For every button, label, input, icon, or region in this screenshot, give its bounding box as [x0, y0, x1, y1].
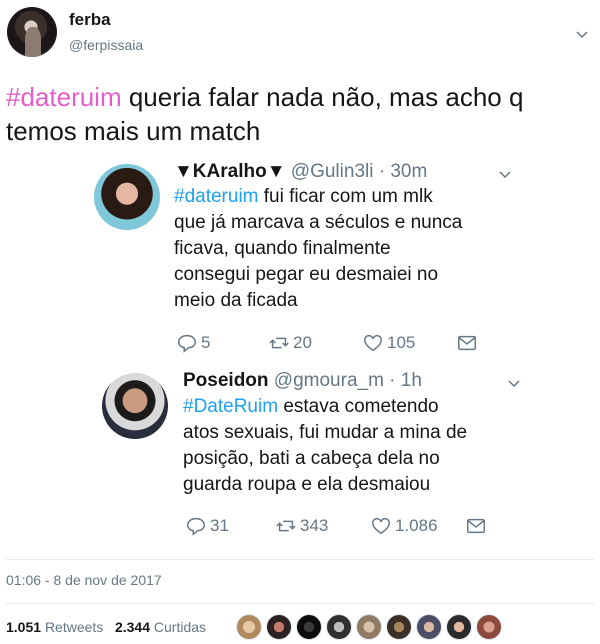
author-display-name[interactable]: ferba	[69, 10, 111, 30]
tweet-header: ferba @ferpissaia	[0, 0, 600, 68]
hashtag-link[interactable]: #dateruim	[6, 82, 122, 112]
heart-icon	[364, 334, 382, 352]
reply-count: 5	[201, 333, 211, 352]
quote-avatar[interactable]	[94, 164, 160, 230]
avatar[interactable]	[266, 614, 292, 640]
avatar[interactable]	[296, 614, 322, 640]
retweet-count: 343	[300, 516, 329, 535]
tweet-text: #dateruim queria falar nada não, mas ach…	[6, 80, 596, 148]
avatar[interactable]	[416, 614, 442, 640]
chevron-down-icon[interactable]	[506, 375, 522, 391]
retweet-button[interactable]: 343	[275, 514, 328, 538]
likes-stat[interactable]: 2.344 Curtidas	[115, 619, 206, 635]
divider	[6, 559, 594, 560]
like-button[interactable]: 105	[362, 331, 415, 355]
quote-text: #dateruim fui ficar com um mlk que já ma…	[174, 186, 463, 311]
dm-button[interactable]	[465, 514, 490, 538]
author-handle[interactable]: @ferpissaia	[69, 37, 143, 53]
avatar[interactable]	[386, 614, 412, 640]
avatar[interactable]	[326, 614, 352, 640]
quote-author-handle[interactable]: @Gulin3li · 30m	[291, 161, 428, 182]
quote-author-handle[interactable]: @gmoura_m · 1h	[274, 370, 422, 391]
reply-icon	[178, 334, 196, 353]
like-count: 105	[387, 333, 416, 352]
quote-avatar[interactable]	[102, 373, 168, 439]
hashtag-link[interactable]: #DateRuim	[183, 396, 278, 417]
avatar[interactable]	[356, 614, 382, 640]
avatar[interactable]	[236, 614, 262, 640]
chevron-down-icon[interactable]	[497, 166, 513, 182]
quote-author-name[interactable]: ▼KAralho▼ @Gulin3li · 30m	[174, 161, 427, 183]
hashtag-link[interactable]: #dateruim	[174, 186, 259, 207]
reply-button[interactable]: 31	[185, 514, 229, 538]
retweet-icon	[269, 337, 289, 349]
like-count: 1.086	[395, 516, 438, 535]
tweet-stats: 1.051 Retweets 2.344 Curtidas	[6, 619, 206, 635]
retweet-button[interactable]: 20	[268, 331, 312, 355]
reply-count: 31	[210, 516, 229, 535]
heart-icon	[372, 517, 390, 535]
quote-text: #DateRuim estava cometendo atos sexuais,…	[183, 396, 468, 495]
mail-icon	[467, 518, 485, 534]
avatar[interactable]	[476, 614, 502, 640]
divider	[6, 603, 594, 604]
retweets-stat[interactable]: 1.051 Retweets	[6, 619, 103, 635]
retweet-count: 20	[293, 333, 312, 352]
quote-actions: 31 343 1.086	[185, 514, 505, 538]
tweet-timestamp[interactable]: 01:06 - 8 de nov de 2017	[6, 572, 162, 588]
reply-button[interactable]: 5	[176, 331, 210, 355]
dm-button[interactable]	[456, 331, 481, 355]
avatar[interactable]	[446, 614, 472, 640]
quote-actions: 5 20 105	[176, 331, 496, 355]
like-button[interactable]: 1.086	[370, 514, 438, 538]
reply-icon	[187, 517, 205, 536]
quote-author-name[interactable]: Poseidon @gmoura_m · 1h	[183, 370, 422, 392]
retweet-icon	[276, 520, 296, 532]
chevron-down-icon[interactable]	[574, 26, 590, 42]
mail-icon	[458, 335, 476, 351]
author-avatar[interactable]	[7, 7, 57, 57]
